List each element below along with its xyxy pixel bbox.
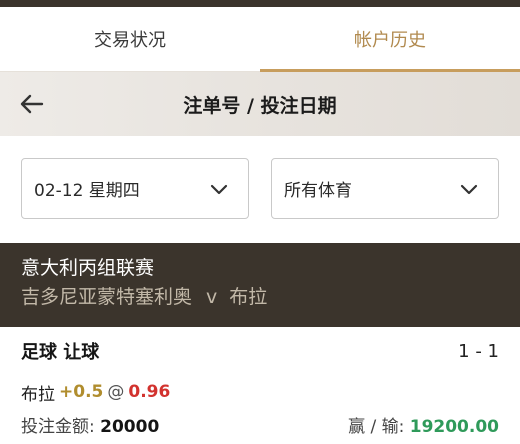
arrow-left-icon[interactable]: [18, 90, 46, 118]
bet-header-row: 足球 让球 1 - 1: [21, 327, 499, 375]
tab-label: 交易状况: [94, 30, 166, 51]
top-status-bar: [0, 0, 520, 7]
filter-bar: 02-12 星期四 所有体育: [0, 136, 520, 243]
tab-account-history[interactable]: 帐户历史: [260, 7, 520, 72]
win-loss-label: 赢 / 输:: [348, 416, 405, 437]
match-score: 1 - 1: [458, 340, 499, 362]
date-select-value: 02-12 星期四: [34, 181, 140, 201]
chevron-down-icon: [460, 181, 478, 195]
bet-selection: 布拉: [21, 384, 55, 405]
page-title: 注单号 / 投注日期: [183, 94, 337, 117]
sport-select-value: 所有体育: [284, 181, 352, 201]
bet-amount-row: 投注金额: 20000 赢 / 输: 19200.00: [21, 409, 499, 439]
bet-odds: 0.96: [128, 382, 171, 402]
bet-sport: 足球: [21, 342, 57, 363]
tab-bar: 交易状况 帐户历史: [0, 7, 520, 72]
chevron-down-icon: [210, 181, 228, 195]
home-team: 吉多尼亚蒙特塞利奥: [21, 286, 193, 308]
league-banner: 意大利丙组联赛 吉多尼亚蒙特塞利奥 v 布拉: [0, 243, 520, 327]
win-loss-value: 19200.00: [409, 416, 499, 437]
sport-select[interactable]: 所有体育: [271, 158, 499, 219]
match-teams: 吉多尼亚蒙特塞利奥 v 布拉: [21, 281, 499, 313]
tab-trading-status[interactable]: 交易状况: [0, 7, 260, 71]
stake-label: 投注金额:: [21, 416, 95, 437]
vs-label: v: [206, 286, 218, 308]
bet-type: 足球 让球: [21, 338, 99, 364]
at-symbol: @: [107, 382, 125, 402]
page-header: 注单号 / 投注日期: [0, 72, 520, 136]
date-select[interactable]: 02-12 星期四: [21, 158, 249, 219]
away-team: 布拉: [229, 286, 268, 308]
bet-selection-row: 布拉 +0.5 @ 0.96: [21, 375, 499, 409]
tab-label: 帐户历史: [354, 30, 426, 51]
league-name: 意大利丙组联赛: [21, 257, 155, 279]
bet-market: 让球: [63, 342, 100, 363]
bet-handicap: +0.5: [59, 382, 104, 402]
stake-value: 20000: [100, 416, 160, 437]
bet-detail: 足球 让球 1 - 1 布拉 +0.5 @ 0.96 投注金额: 20000 赢…: [0, 327, 520, 439]
